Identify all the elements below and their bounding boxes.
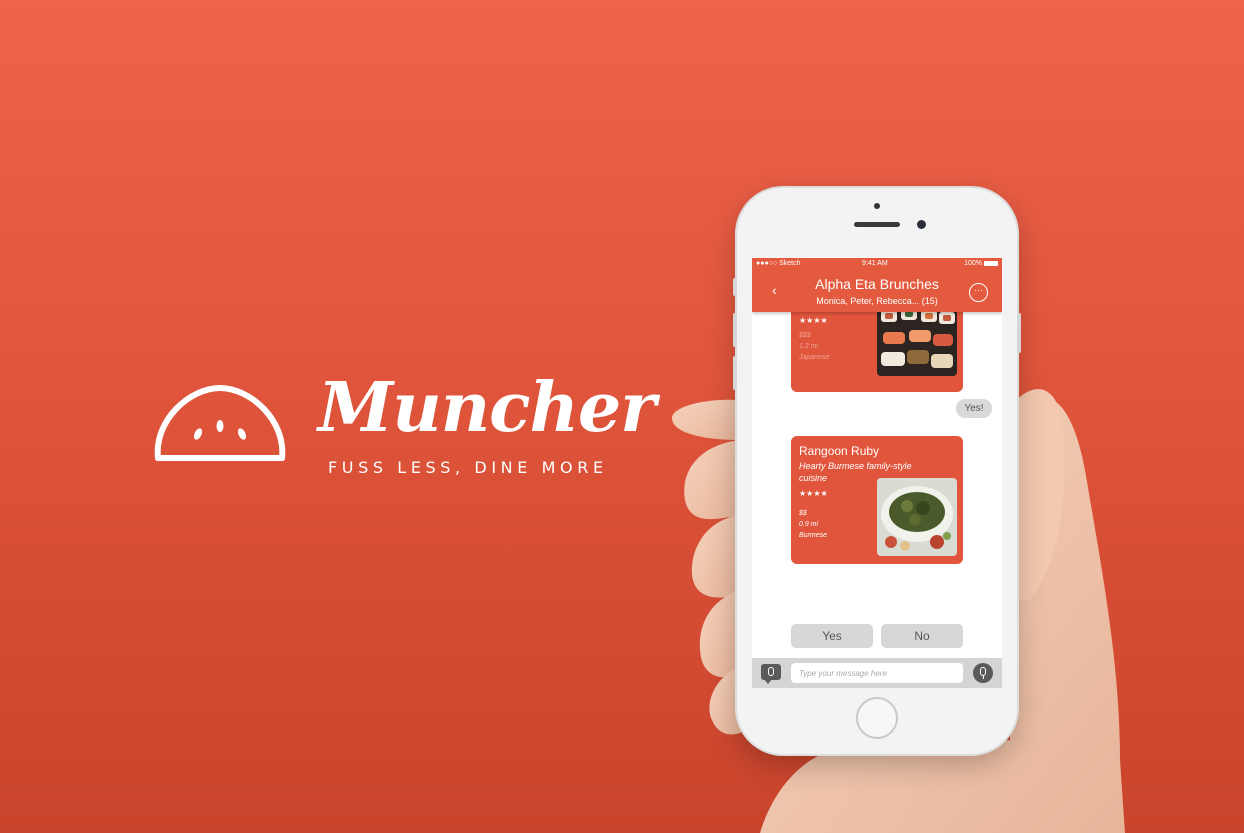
distance: 0.9 mi [799, 521, 819, 528]
volume-down-button [733, 356, 737, 390]
price-level: $$ [799, 510, 807, 517]
front-camera [917, 220, 926, 229]
message-list[interactable]: ★★★★ $$$ 1.2 mi Japanese Yes! Rangoon Ru… [752, 302, 1002, 652]
more-options-icon[interactable]: ··· [969, 283, 988, 302]
quick-reply-no-button[interactable]: No [881, 624, 963, 648]
power-button [1017, 313, 1021, 353]
carrier-signal: ●●●○○ Sketch [756, 260, 801, 267]
distance: 1.2 mi [799, 343, 819, 350]
sensor-dot [874, 203, 880, 209]
burmese-salad-photo [877, 478, 957, 556]
restaurant-card[interactable]: ★★★★ $$$ 1.2 mi Japanese [791, 302, 963, 392]
message-composer [752, 658, 1002, 688]
battery-status: 100% [964, 258, 998, 270]
cuisine: Burmese [799, 532, 828, 539]
quick-reply-yes-button[interactable]: Yes [791, 624, 873, 648]
status-time: 9:41 AM [862, 260, 888, 267]
chat-title: Alpha Eta Brunches [815, 276, 939, 292]
battery-icon [984, 260, 998, 266]
rating-stars: ★★★★ [799, 316, 828, 325]
home-button[interactable] [856, 697, 898, 739]
restaurant-name: Rangoon Ruby [799, 444, 880, 458]
earpiece-speaker [854, 222, 900, 227]
rating-stars: ★★★★ [799, 489, 828, 498]
user-reply-bubble: Yes! [956, 399, 992, 418]
cuisine: Japanese [799, 354, 830, 361]
chat-header: ‹ Alpha Eta Brunches Monica, Peter, Rebe… [752, 270, 1002, 312]
status-bar: ●●●○○ Sketch 9:41 AM 100% [752, 258, 1002, 270]
volume-up-button [733, 313, 737, 347]
chat-members: Monica, Peter, Rebecca... (15) [816, 296, 938, 306]
sushi-photo [877, 302, 957, 376]
app-screen: ●●●○○ Sketch 9:41 AM 100% ‹ Alpha Eta Br… [752, 258, 1002, 688]
message-input[interactable] [791, 663, 963, 683]
mute-switch [733, 278, 737, 296]
microphone-icon[interactable] [973, 663, 993, 683]
phone-device: ●●●○○ Sketch 9:41 AM 100% ‹ Alpha Eta Br… [733, 188, 1021, 754]
chat-bubble-mic-icon[interactable] [761, 664, 781, 684]
restaurant-card[interactable]: Rangoon Ruby Hearty Burmese family-style… [791, 436, 963, 564]
hand-illustration [672, 389, 1125, 833]
price-level: $$$ [799, 332, 811, 339]
